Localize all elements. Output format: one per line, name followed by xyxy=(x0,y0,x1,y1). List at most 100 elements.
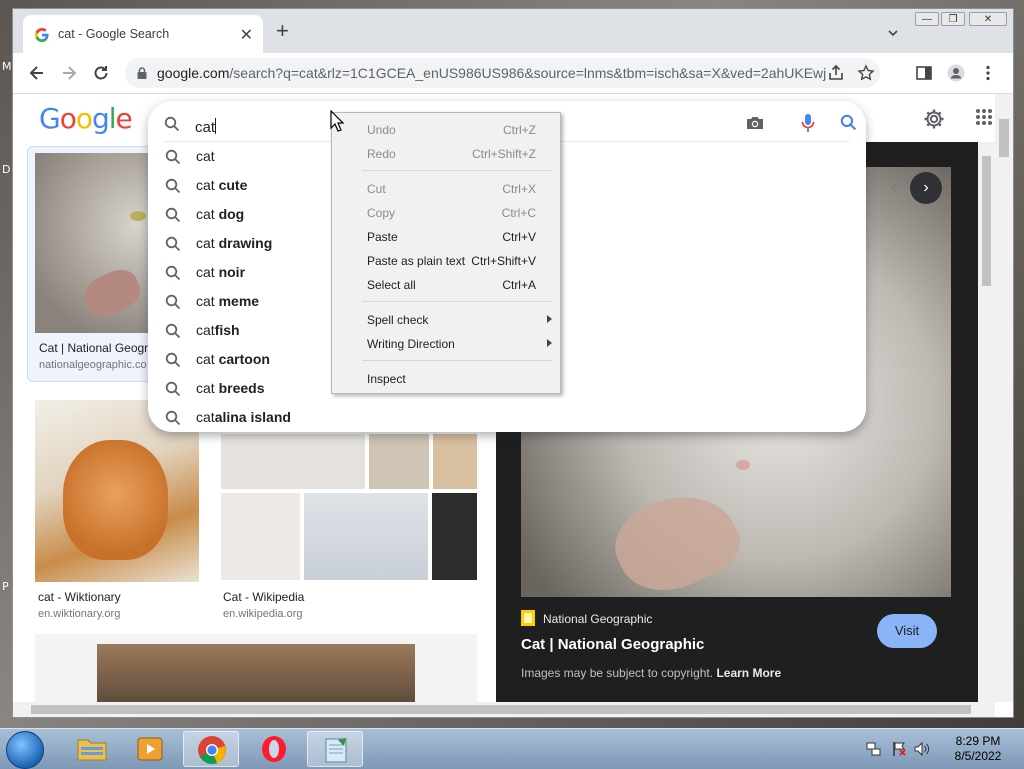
suggestion-completion: alina island xyxy=(214,409,291,425)
back-arrow-icon[interactable] xyxy=(27,63,47,83)
panel-scrollbar-thumb[interactable] xyxy=(982,156,991,286)
search-input[interactable]: cat xyxy=(195,118,217,136)
learn-more-link[interactable]: Learn More xyxy=(716,666,781,680)
menu-item-select-all[interactable]: Select all Ctrl+A xyxy=(332,274,560,296)
volume-icon[interactable] xyxy=(914,741,930,757)
preview-title[interactable]: Cat | National Geographic xyxy=(521,636,704,653)
result-title[interactable]: Cat | National Geogr xyxy=(39,341,148,355)
menu-kebab-icon[interactable] xyxy=(979,64,997,82)
text-caret xyxy=(215,118,217,134)
suggestion-completion: dog xyxy=(218,206,245,222)
minimize-button[interactable]: — xyxy=(915,12,939,26)
suggestion-completion: drawing xyxy=(218,235,273,251)
taskbar-notepad-button[interactable] xyxy=(307,731,363,767)
bookmark-star-icon[interactable] xyxy=(857,64,875,82)
google-favicon-icon xyxy=(35,28,49,42)
restore-button[interactable]: ❐ xyxy=(941,12,965,26)
suggestion-completion: breeds xyxy=(218,380,265,396)
suggestion-prefix: cat xyxy=(196,293,219,309)
suggestion-text: cat dog xyxy=(196,206,244,222)
result-title[interactable]: cat - Wiktionary xyxy=(38,590,121,604)
visit-button[interactable]: Visit xyxy=(877,614,937,648)
submenu-arrow-icon xyxy=(547,315,552,323)
menu-item-spell-check[interactable]: Spell check xyxy=(332,309,560,331)
chrome-icon xyxy=(198,736,226,765)
page-horizontal-scrollbar[interactable] xyxy=(13,702,995,717)
previous-image-button[interactable]: ‹ xyxy=(878,172,910,204)
forward-arrow-icon[interactable] xyxy=(59,63,79,83)
taskbar-media-player-button[interactable] xyxy=(122,731,178,767)
system-clock[interactable]: 8:29 PM 8/5/2022 xyxy=(948,734,1008,764)
suggestion-prefix: cat xyxy=(196,206,219,222)
suggestion-completion: cute xyxy=(218,177,248,193)
menu-separator xyxy=(362,170,552,171)
menu-item-label: Copy xyxy=(367,206,396,220)
menu-item-writing-direction[interactable]: Writing Direction xyxy=(332,333,560,355)
action-center-flag-icon[interactable] xyxy=(891,741,907,757)
horizontal-scrollbar-thumb[interactable] xyxy=(31,705,971,714)
result-source: en.wikipedia.org xyxy=(223,608,303,620)
new-tab-button[interactable]: + xyxy=(276,20,289,42)
profile-avatar-icon[interactable] xyxy=(947,64,965,82)
search-icon xyxy=(165,149,181,165)
tab-google-search[interactable]: cat - Google Search ✕ xyxy=(23,15,263,53)
vertical-scrollbar-thumb[interactable] xyxy=(999,119,1009,157)
result-image-collage[interactable] xyxy=(221,434,477,580)
cat-nose xyxy=(736,460,750,470)
preview-source-name[interactable]: National Geographic xyxy=(543,612,652,626)
tab-search-chevron-icon[interactable] xyxy=(887,27,899,39)
search-icon xyxy=(165,410,181,426)
clock-time: 8:29 PM xyxy=(955,734,1001,748)
side-panel-icon[interactable] xyxy=(915,64,933,82)
start-button[interactable] xyxy=(6,731,44,769)
suggestion-text: cat meme xyxy=(196,293,259,309)
next-image-button[interactable]: › xyxy=(910,172,942,204)
search-submit-icon[interactable] xyxy=(840,114,857,131)
google-logo[interactable]: Google xyxy=(39,102,133,135)
taskbar-chrome-button[interactable] xyxy=(183,731,239,767)
camera-icon[interactable] xyxy=(745,113,765,133)
search-icon xyxy=(165,265,181,281)
microphone-icon[interactable] xyxy=(798,112,818,134)
apps-grid-icon[interactable] xyxy=(975,108,993,126)
suggestion-completion: cartoon xyxy=(218,351,270,367)
suggestion-prefix: cat xyxy=(196,235,219,251)
result-card[interactable] xyxy=(35,634,477,702)
menu-item-paste[interactable]: Paste Ctrl+V xyxy=(332,226,560,248)
copyright-text: Images may be subject to copyright. xyxy=(521,666,714,680)
share-icon[interactable] xyxy=(827,64,845,82)
desktop-label: D xyxy=(2,163,11,176)
menu-item-cut[interactable]: Cut Ctrl+X xyxy=(332,178,560,200)
menu-item-shortcut: Ctrl+X xyxy=(502,182,536,196)
reload-icon[interactable] xyxy=(91,63,111,83)
menu-item-label: Undo xyxy=(367,123,396,137)
menu-item-inspect[interactable]: Inspect xyxy=(332,368,560,390)
result-title[interactable]: Cat - Wikipedia xyxy=(223,590,304,604)
result-image[interactable] xyxy=(97,644,415,702)
menu-item-redo[interactable]: Redo Ctrl+Shift+Z xyxy=(332,143,560,165)
network-icon[interactable] xyxy=(866,741,882,757)
panel-scrollbar[interactable] xyxy=(978,142,995,702)
lock-icon[interactable] xyxy=(135,66,149,80)
context-menu: Undo Ctrl+Z Redo Ctrl+Shift+Z Cut Ctrl+X Copy C… xyxy=(331,112,561,394)
suggestion-item[interactable]: catalina island xyxy=(148,403,548,432)
search-icon xyxy=(165,178,181,194)
taskbar-explorer-button[interactable] xyxy=(64,731,120,767)
tab-close-icon[interactable]: ✕ xyxy=(240,25,253,45)
settings-gear-icon[interactable] xyxy=(923,108,945,130)
menu-item-copy[interactable]: Copy Ctrl+C xyxy=(332,202,560,224)
url-text[interactable]: google.com/search?q=cat&rlz=1C1GCEA_enUS… xyxy=(157,65,827,81)
suggestion-text: cat cute xyxy=(196,177,247,193)
taskbar-opera-button[interactable] xyxy=(246,731,302,767)
menu-item-undo[interactable]: Undo Ctrl+Z xyxy=(332,119,560,141)
suggestion-prefix: cat xyxy=(196,148,215,164)
search-icon xyxy=(165,236,181,252)
page-vertical-scrollbar[interactable] xyxy=(995,94,1013,702)
address-bar[interactable]: google.com/search?q=cat&rlz=1C1GCEA_enUS… xyxy=(125,58,880,88)
menu-item-paste-as-plain-text[interactable]: Paste as plain text Ctrl+Shift+V xyxy=(332,250,560,272)
suggestion-text: cat breeds xyxy=(196,380,265,396)
close-window-button[interactable]: ✕ xyxy=(969,12,1007,26)
suggestion-prefix: cat xyxy=(196,177,219,193)
suggestion-completion: fish xyxy=(214,322,240,338)
menu-item-label: Cut xyxy=(367,182,386,196)
